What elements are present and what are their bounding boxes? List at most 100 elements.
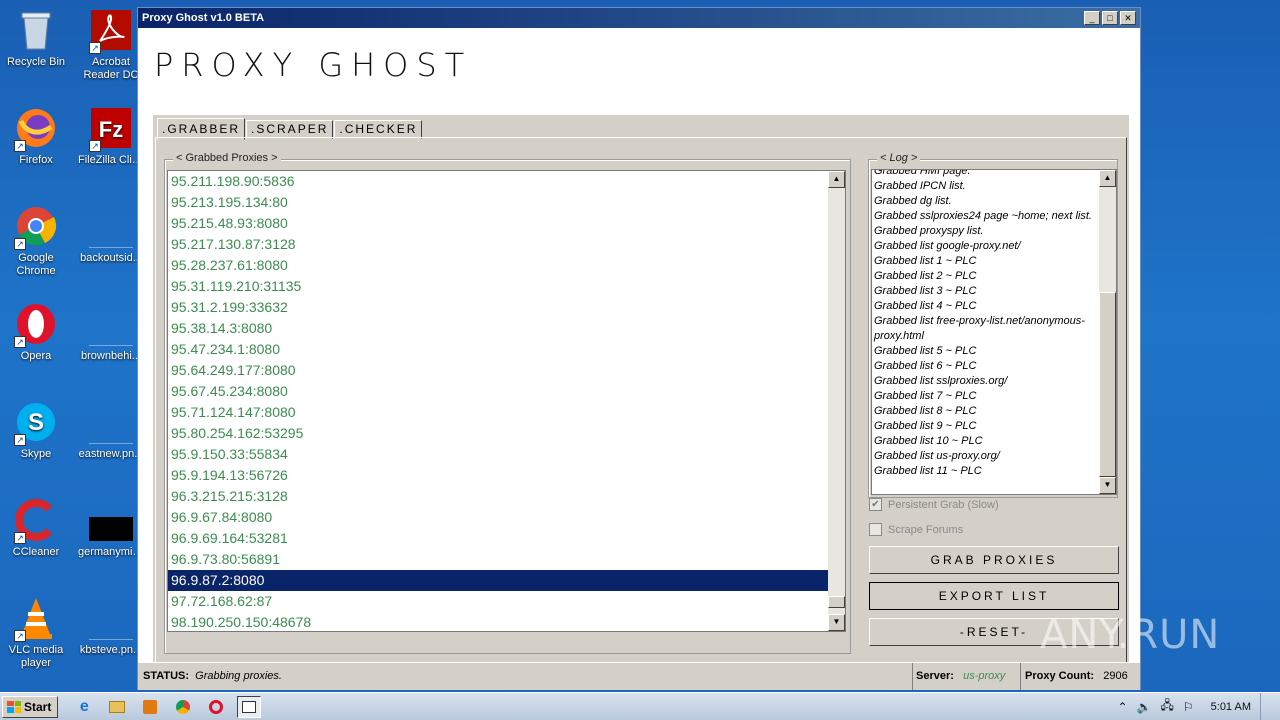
desktop-icon-file[interactable]: brownbehi... xyxy=(78,302,144,363)
svg-text:S: S xyxy=(28,409,44,436)
proxy-row[interactable]: 96.9.67.84:8080 xyxy=(168,507,830,528)
desktop-icon-file[interactable]: kbsteve.pn... xyxy=(78,596,144,657)
proxy-row[interactable]: 95.28.237.61:8080 xyxy=(168,255,830,276)
status-text: Grabbing proxies. xyxy=(195,670,282,682)
scroll-down-button[interactable]: ▼ xyxy=(1099,477,1116,494)
title-bar[interactable]: Proxy Ghost v1.0 BETA _ □ ✕ xyxy=(138,8,1140,28)
desktop-icon-label: Acrobat Reader DC xyxy=(83,56,139,81)
scroll-up-button[interactable]: ▲ xyxy=(828,171,845,188)
proxy-row[interactable]: 95.9.150.33:55834 xyxy=(168,444,830,465)
export-list-button[interactable]: EXPORT LIST xyxy=(869,582,1119,610)
proxy-row[interactable]: 95.67.45.234:8080 xyxy=(168,381,830,402)
scroll-thumb[interactable] xyxy=(828,596,845,608)
grab-proxies-button[interactable]: GRAB PROXIES xyxy=(869,546,1119,574)
proxy-row[interactable]: 95.31.119.210:31135 xyxy=(168,276,830,297)
maximize-button[interactable]: □ xyxy=(1102,11,1118,25)
log-scrollbar[interactable]: ▲ ▼ xyxy=(1099,170,1116,494)
status-section: STATUS: Grabbing proxies. xyxy=(138,663,913,690)
desktop-icon-ccleaner[interactable]: ↗ CCleaner xyxy=(3,498,69,559)
desktop-icon-vlc[interactable]: ↗ VLC media player xyxy=(3,596,69,670)
log-line: Grabbed list 1 ~ PLC xyxy=(874,255,977,267)
proxy-row[interactable]: 95.211.198.90:5836 xyxy=(168,171,830,192)
desktop-icon-file[interactable]: backoutsid... xyxy=(78,204,144,265)
proxy-row[interactable]: 95.38.14.3:8080 xyxy=(168,318,830,339)
log-line: Grabbed list 11 ~ PLC xyxy=(874,465,982,477)
desktop-icon-chrome[interactable]: ↗ Google Chrome xyxy=(3,204,69,278)
log-line: Grabbed IPCN list. xyxy=(874,180,966,192)
proxy-row[interactable]: 95.47.234.1:8080 xyxy=(168,339,830,360)
log-line: Grabbed list 6 ~ PLC xyxy=(874,360,977,372)
status-label: STATUS: xyxy=(143,670,190,682)
desktop-icon-firefox[interactable]: ↗ Firefox xyxy=(3,106,69,167)
start-label: Start xyxy=(24,699,52,714)
start-button[interactable]: Start xyxy=(2,695,59,718)
log-line: Grabbed list google-proxy.net/ xyxy=(874,240,1021,252)
status-bar: STATUS: Grabbing proxies. Server: us-pro… xyxy=(138,662,1140,690)
app-logo: PROXY GHOST xyxy=(154,46,473,84)
scroll-up-button[interactable]: ▲ xyxy=(1099,170,1116,187)
skype-icon: S ↗ xyxy=(14,400,58,446)
checkbox-label: Scrape Forums xyxy=(888,523,964,536)
network-icon[interactable]: 🖧 xyxy=(1160,696,1173,717)
desktop-icon-skype[interactable]: S ↗ Skype xyxy=(3,400,69,461)
proxy-row[interactable]: 96.9.87.2:8080 xyxy=(168,570,830,591)
tab-bar: .GRABBER .SCRAPER .CHECKER xyxy=(157,117,423,140)
checkbox-box[interactable] xyxy=(869,523,882,536)
proxy-row[interactable]: 95.71.124.147:8080 xyxy=(168,402,830,423)
proxy-row[interactable]: 95.31.2.199:33632 xyxy=(168,297,830,318)
desktop-icon-label: CCleaner xyxy=(12,546,60,558)
desktop-icon-opera[interactable]: ↗ Opera xyxy=(3,302,69,363)
scroll-down-button[interactable]: ▼ xyxy=(828,614,845,631)
proxy-row[interactable]: 96.9.69.164:53281 xyxy=(168,528,830,549)
desktop-icon-label: germanymin... xyxy=(78,546,144,558)
acrobat-icon: ↗ xyxy=(89,8,133,54)
log-line: Grabbed list 5 ~ PLC xyxy=(874,345,977,357)
proxy-row[interactable]: 96.9.73.80:56891 xyxy=(168,549,830,570)
explorer-icon[interactable] xyxy=(105,696,129,718)
desktop-icon-acrobat[interactable]: ↗ Acrobat Reader DC xyxy=(78,8,144,82)
proxy-list[interactable]: 95.211.198.90:5836 95.213.195.134:80 95.21… xyxy=(167,170,846,632)
shortcut-arrow-icon: ↗ xyxy=(89,42,101,54)
log-line: Grabbed sslproxies24 page ~home; next li… xyxy=(874,210,1092,222)
close-button[interactable]: ✕ xyxy=(1120,11,1136,25)
proxy-list-scrollbar[interactable]: ▲ ▼ xyxy=(828,171,845,631)
scroll-thumb[interactable] xyxy=(1099,292,1116,477)
proxy-row[interactable]: 95.213.195.134:80 xyxy=(168,192,830,213)
proxy-count-value: 2906 xyxy=(1103,670,1128,682)
desktop-icon-label: Skype xyxy=(20,448,52,460)
log-line: Grabbed list sslproxies.org/ xyxy=(874,375,1008,387)
desktop-icon-recycle-bin[interactable]: Recycle Bin xyxy=(3,8,69,69)
chrome-icon[interactable] xyxy=(171,696,195,718)
proxy-row[interactable]: 97.72.168.62:87 xyxy=(168,591,830,612)
opera-icon[interactable] xyxy=(204,696,228,718)
log-line: Grabbed list 4 ~ PLC xyxy=(874,300,977,312)
proxy-row[interactable]: 96.3.215.215:3128 xyxy=(168,486,830,507)
desktop-icon-filezilla[interactable]: Fz ↗ FileZilla Client xyxy=(78,106,144,167)
media-player-icon[interactable] xyxy=(138,696,162,718)
action-center-flag-icon[interactable]: ⚐ xyxy=(1183,700,1194,714)
persistent-grab-checkbox[interactable]: ✔ Persistent Grab (Slow) xyxy=(869,498,999,511)
checkbox-box[interactable]: ✔ xyxy=(869,498,882,511)
shortcut-arrow-icon: ↗ xyxy=(14,140,26,152)
scrape-forums-checkbox[interactable]: Scrape Forums xyxy=(869,523,963,536)
proxy-row[interactable]: 98.190.250.150:48678 xyxy=(168,612,830,631)
log-group: < Log > Grabbed HMI page. Grabbed IPCN li… xyxy=(868,152,1118,498)
show-desktop-button[interactable] xyxy=(1260,693,1272,720)
ie-icon[interactable]: e xyxy=(72,696,96,718)
desktop-icon-image-file[interactable]: germanymin... xyxy=(78,498,144,559)
proxy-count-label: Proxy Count: xyxy=(1025,670,1095,682)
proxy-row[interactable]: 95.64.249.177:8080 xyxy=(168,360,830,381)
proxy-row[interactable]: 95.217.130.87:3128 xyxy=(168,234,830,255)
log-lines: Grabbed HMI page. Grabbed IPCN list. Grabb… xyxy=(874,170,1096,479)
proxy-row[interactable]: 95.215.48.93:8080 xyxy=(168,213,830,234)
proxy-row[interactable]: 95.9.194.13:56726 xyxy=(168,465,830,486)
desktop-icon-file[interactable]: eastnew.pn... xyxy=(78,400,144,461)
minimize-button[interactable]: _ xyxy=(1084,11,1100,25)
app-window-icon[interactable] xyxy=(237,695,262,718)
filezilla-icon: Fz ↗ xyxy=(89,106,133,152)
proxy-row[interactable]: 95.80.254.162:53295 xyxy=(168,423,830,444)
volume-icon[interactable]: 🔈 xyxy=(1137,700,1152,714)
show-hidden-icons-icon[interactable]: ⌃ xyxy=(1117,700,1127,714)
clock[interactable]: 5:01 AM xyxy=(1211,701,1251,713)
log-box[interactable]: Grabbed HMI page. Grabbed IPCN list. Grabb… xyxy=(871,169,1117,495)
